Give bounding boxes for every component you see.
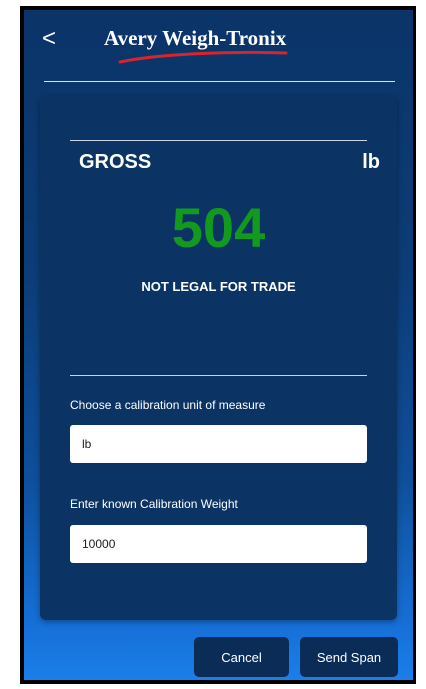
brand-logo: Avery Weigh-Tronix	[104, 24, 314, 70]
card-divider-middle	[70, 375, 367, 376]
cancel-button[interactable]: Cancel	[194, 637, 289, 677]
calibration-weight-input[interactable]	[70, 525, 367, 563]
unit-input[interactable]	[70, 425, 367, 463]
card-divider-top	[70, 140, 367, 141]
calibration-card: GROSS lb 504 NOT LEGAL FOR TRADE Choose …	[40, 96, 397, 620]
device-frame: < Avery Weigh-Tronix GROSS lb 504 NOT LE…	[20, 6, 416, 684]
weight-unit: lb	[362, 151, 380, 173]
back-button[interactable]: <	[42, 24, 66, 54]
calibration-weight-label: Enter known Calibration Weight	[70, 497, 238, 511]
trade-notice: NOT LEGAL FOR TRADE	[141, 279, 296, 294]
unit-label: Choose a calibration unit of measure	[70, 398, 266, 412]
logo-text: Avery Weigh-Tronix	[104, 26, 287, 50]
header-divider	[44, 81, 395, 82]
weight-reading: 504	[171, 196, 266, 259]
app-screen: < Avery Weigh-Tronix GROSS lb 504 NOT LE…	[24, 10, 413, 680]
weigh-mode: GROSS	[79, 151, 152, 173]
chevron-left-icon: <	[42, 25, 57, 52]
header: < Avery Weigh-Tronix	[24, 10, 413, 86]
send-span-button[interactable]: Send Span	[300, 637, 398, 677]
logo-swoosh-icon	[118, 50, 288, 64]
